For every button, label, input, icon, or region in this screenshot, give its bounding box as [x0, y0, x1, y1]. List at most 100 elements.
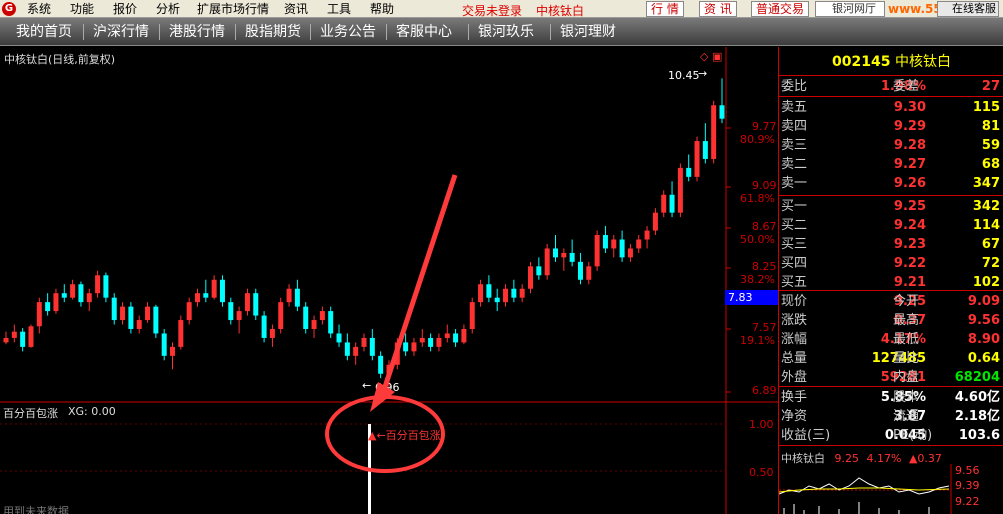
- ask-row[interactable]: 卖三 9.28 59: [779, 136, 1003, 155]
- book-price: 9.28: [893, 138, 926, 153]
- nav-separator: [468, 24, 469, 40]
- mini-axis-mid: 9.39: [955, 479, 980, 492]
- nav-separator: [386, 24, 387, 40]
- nav-separator: [235, 24, 236, 40]
- menu-item-extended-market[interactable]: 扩展市场行情: [197, 2, 269, 16]
- stat-value: 68204: [954, 370, 1000, 385]
- bid-row[interactable]: 买四 9.22 72: [779, 254, 1003, 273]
- bid-row[interactable]: 买三 9.23 67: [779, 235, 1003, 254]
- book-label: 卖四: [781, 119, 808, 134]
- nav-item-hk[interactable]: 港股行情: [169, 23, 225, 41]
- menu-item-quote[interactable]: 报价: [113, 2, 137, 16]
- nav-item-home[interactable]: 我的首页: [16, 23, 72, 41]
- stat-value: 8.90: [967, 332, 1000, 347]
- brand-button[interactable]: 银河网厅: [815, 1, 885, 17]
- book-volume: 342: [972, 199, 1000, 214]
- stat-label: 最高: [893, 313, 920, 328]
- stat-label: 量比: [893, 351, 920, 366]
- nav-item-jiule[interactable]: 银河玖乐: [478, 23, 534, 41]
- stats-row: 换手 5.85% 股本 4.60亿: [779, 388, 1003, 407]
- online-service-button[interactable]: 在线客服: [937, 1, 999, 17]
- book-volume: 67: [981, 237, 1000, 252]
- bid-row[interactable]: 买一 9.25 342: [779, 197, 1003, 216]
- login-status: 交易未登录: [462, 4, 523, 18]
- book-price: 9.25: [893, 199, 926, 214]
- nav-item-shsz[interactable]: 沪深行情: [93, 23, 149, 41]
- nav-item-service[interactable]: 客服中心: [396, 23, 452, 41]
- stat-label: 最低: [893, 332, 920, 347]
- stats-row: 外盘 59281 内盘 68204: [779, 368, 1003, 387]
- stat-label: 流通: [893, 409, 920, 424]
- stat-value: 9.56: [967, 313, 1000, 328]
- stat-value: 9.09: [967, 294, 1000, 309]
- stat-value: 0.64: [967, 351, 1000, 366]
- weibi-label: 委比: [781, 79, 808, 94]
- menu-item-help[interactable]: 帮助: [370, 2, 394, 16]
- annotation-circle: [325, 395, 445, 473]
- nav-separator: [550, 24, 551, 40]
- book-label: 卖五: [781, 100, 808, 115]
- book-label: 买四: [781, 256, 808, 271]
- stats-row: 涨幅 4.17% 最低 8.90: [779, 330, 1003, 349]
- menu-item-news[interactable]: 资讯: [284, 2, 308, 16]
- stat-value: 2.18亿: [954, 409, 1000, 424]
- divider: [779, 195, 1003, 196]
- quote-button[interactable]: 行 情: [646, 1, 684, 17]
- book-price: 9.22: [893, 256, 926, 271]
- stat-label: 现价: [781, 294, 808, 309]
- book-price: 9.23: [893, 237, 926, 252]
- nav-item-futures[interactable]: 股指期货: [245, 23, 301, 41]
- divider: [779, 386, 1003, 387]
- stat-label: 涨跌: [781, 313, 808, 328]
- menu-item-function[interactable]: 功能: [70, 2, 94, 16]
- stat-label: 涨幅: [781, 332, 808, 347]
- stat-label: 今开: [893, 294, 920, 309]
- divider: [779, 290, 1003, 291]
- stat-value: 4.60亿: [954, 390, 1000, 405]
- nav-separator: [159, 24, 160, 40]
- mini-axis-high: 9.56: [955, 464, 980, 477]
- ask-row[interactable]: 卖二 9.27 68: [779, 155, 1003, 174]
- nav-item-wealth[interactable]: 银河理财: [560, 23, 616, 41]
- stats-row: 现价 9.25 今开 9.09: [779, 292, 1003, 311]
- stat-value: 103.6: [958, 428, 1000, 443]
- divider: [779, 445, 1003, 446]
- stat-label: 总量: [781, 351, 808, 366]
- quote-panel: 002145 中核钛白 委比 1.98% 委差 27 卖五 9.30 115 卖四…: [778, 47, 1003, 514]
- stat-label: PE(动): [893, 428, 933, 443]
- panel-header: 002145 中核钛白: [779, 51, 1003, 73]
- book-price: 9.24: [893, 218, 926, 233]
- book-label: 卖三: [781, 138, 808, 153]
- nav-separator: [310, 24, 311, 40]
- menu-item-system[interactable]: 系统: [27, 2, 51, 16]
- stock-code: 002145: [832, 54, 891, 70]
- info-button[interactable]: 资 讯: [699, 1, 737, 17]
- book-volume: 114: [972, 218, 1000, 233]
- book-price: 9.26: [893, 176, 926, 191]
- weicha-label: 委差: [893, 79, 920, 94]
- book-label: 买三: [781, 237, 808, 252]
- menu-item-analysis[interactable]: 分析: [156, 2, 180, 16]
- book-volume: 59: [981, 138, 1000, 153]
- weicha-value: 27: [981, 79, 1000, 94]
- stat-label: 外盘: [781, 370, 808, 385]
- book-price: 9.30: [893, 100, 926, 115]
- ask-row[interactable]: 卖一 9.26 347: [779, 174, 1003, 193]
- weibi-row: 委比 1.98% 委差 27: [779, 77, 1003, 96]
- nav-item-notice[interactable]: 业务公告: [320, 23, 376, 41]
- stat-label: 收益(三): [781, 428, 831, 443]
- divider: [779, 96, 1003, 97]
- book-volume: 347: [972, 176, 1000, 191]
- app-logo-icon: G: [2, 2, 16, 16]
- nav-bar: 我的首页 沪深行情 港股行情 股指期货 业务公告 客服中心 银河玖乐 银河理财: [0, 18, 1003, 46]
- book-label: 买一: [781, 199, 808, 214]
- ask-row[interactable]: 卖五 9.30 115: [779, 98, 1003, 117]
- menu-item-tools[interactable]: 工具: [327, 2, 351, 16]
- book-label: 卖二: [781, 157, 808, 172]
- stock-name: 中核钛白: [894, 54, 951, 70]
- kline-chart-area[interactable]: 中核钛白(日线,前复权) ◇ ▣ 10.45 → ← 6.96 9.7780.9…: [0, 47, 778, 514]
- trade-button[interactable]: 普通交易: [751, 1, 810, 17]
- book-price: 9.29: [893, 119, 926, 134]
- ask-row[interactable]: 卖四 9.29 81: [779, 117, 1003, 136]
- bid-row[interactable]: 买二 9.24 114: [779, 216, 1003, 235]
